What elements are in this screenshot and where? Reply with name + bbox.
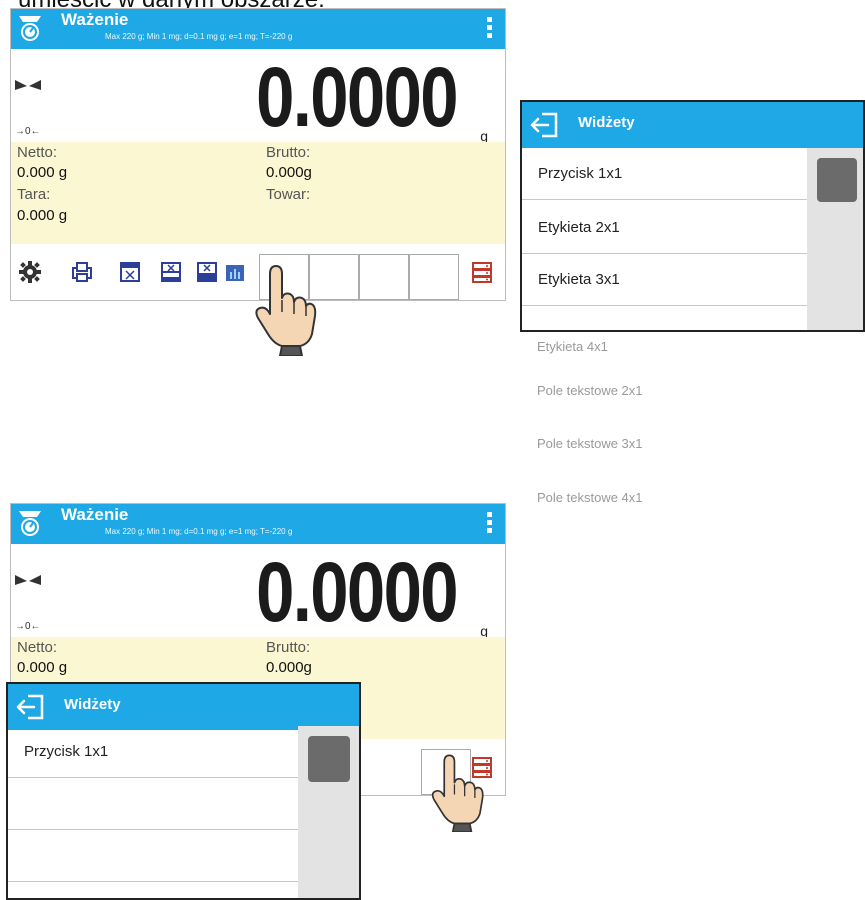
scrollbar[interactable] bbox=[298, 726, 359, 898]
hidden-widget-item: Pole tekstowe 3x1 bbox=[537, 436, 643, 451]
info-panel: Netto: 0.000 g Brutto: 0.000g Tara: 0.00… bbox=[11, 142, 505, 244]
scale-parameters: Max 220 g; Min 1 mg; d=0.1 mg g; e=1 mg;… bbox=[105, 527, 293, 536]
zero-indicator: →0← bbox=[15, 126, 41, 137]
stability-icon bbox=[15, 575, 41, 585]
scale-parameters: Max 220 g; Min 1 mg; d=0.1 mg g; e=1 mg;… bbox=[105, 32, 293, 41]
app-title: Ważenie bbox=[61, 10, 129, 29]
scale-icon[interactable] bbox=[17, 509, 43, 537]
empty-widget-slot[interactable] bbox=[409, 254, 459, 300]
weight-reading: 0.0000 bbox=[256, 545, 458, 639]
widget-list-item[interactable] bbox=[522, 306, 811, 330]
scrollbar[interactable] bbox=[807, 148, 863, 330]
widget-list-item[interactable]: Etykieta 2x1 bbox=[522, 202, 811, 254]
kebab-menu-icon[interactable] bbox=[487, 512, 493, 536]
netto-value: 0.000 g bbox=[17, 659, 68, 676]
widgets-panel-title: Widżety bbox=[64, 696, 121, 713]
widgets-panel-overlay: Widżety Przycisk 1x1 bbox=[6, 682, 361, 900]
widget-list-item[interactable] bbox=[8, 882, 300, 898]
scrollbar-thumb[interactable] bbox=[308, 736, 350, 782]
hand-pointer-icon bbox=[255, 265, 317, 356]
hidden-widget-item: Pole tekstowe 2x1 bbox=[537, 383, 643, 398]
weighing-screen-top: Ważenie Max 220 g; Min 1 mg; d=0.1 mg g;… bbox=[10, 8, 506, 301]
scale-icon[interactable] bbox=[17, 14, 43, 42]
widgets-panel-header: Widżety bbox=[8, 684, 359, 730]
stability-icon bbox=[15, 80, 41, 90]
tare-function-icon[interactable] bbox=[119, 261, 141, 283]
widget-list-item[interactable]: Etykieta 3x1 bbox=[522, 254, 811, 306]
gear-icon[interactable] bbox=[19, 261, 41, 283]
brutto-label: Brutto: bbox=[266, 144, 311, 161]
widget-list-item[interactable] bbox=[8, 830, 300, 882]
tara-label: Tara: bbox=[17, 186, 51, 203]
towar-label: Towar: bbox=[266, 186, 311, 203]
widget-item-label: Etykieta 2x1 bbox=[538, 219, 620, 236]
netto-label: Netto: bbox=[17, 144, 58, 161]
tare-clear-icon[interactable] bbox=[196, 261, 218, 283]
exit-arrow-icon[interactable] bbox=[530, 112, 560, 138]
hidden-widget-item: Etykieta 4x1 bbox=[537, 339, 608, 354]
netto-label: Netto: bbox=[17, 639, 58, 656]
widget-list-item[interactable]: Przycisk 1x1 bbox=[8, 726, 300, 778]
weight-reading: 0.0000 bbox=[256, 50, 458, 144]
app-title: Ważenie bbox=[61, 505, 129, 524]
widget-item-label: Etykieta 3x1 bbox=[538, 271, 620, 288]
statistics-icon[interactable] bbox=[224, 261, 246, 283]
widget-list-item[interactable]: Przycisk 1x1 bbox=[522, 148, 811, 200]
widgets-panel-title: Widżety bbox=[578, 114, 635, 131]
brutto-value: 0.000g bbox=[266, 164, 312, 181]
empty-widget-slot[interactable] bbox=[359, 254, 409, 300]
netto-value: 0.000 g bbox=[17, 164, 68, 181]
tara-value: 0.000 g bbox=[17, 207, 68, 224]
brutto-value: 0.000g bbox=[266, 659, 312, 676]
scrollbar-thumb[interactable] bbox=[817, 158, 857, 202]
app-header: Ważenie Max 220 g; Min 1 mg; d=0.1 mg g;… bbox=[11, 9, 505, 49]
zero-indicator: →0← bbox=[15, 621, 41, 632]
database-icon[interactable] bbox=[471, 261, 493, 283]
widgets-panel-header: Widżety bbox=[522, 102, 863, 148]
widget-item-label: Przycisk 1x1 bbox=[538, 165, 623, 182]
exit-arrow-icon[interactable] bbox=[16, 694, 46, 720]
widgets-panel: Widżety Przycisk 1x1 Etykieta 2x1 Etykie… bbox=[520, 100, 865, 332]
app-header: Ważenie Max 220 g; Min 1 mg; d=0.1 mg g;… bbox=[11, 504, 505, 544]
tare-set-icon[interactable] bbox=[160, 261, 182, 283]
kebab-menu-icon[interactable] bbox=[487, 17, 493, 41]
brutto-label: Brutto: bbox=[266, 639, 311, 656]
widget-item-label: Przycisk 1x1 bbox=[24, 743, 109, 760]
hand-pointer-icon bbox=[431, 754, 484, 832]
print-icon[interactable] bbox=[71, 261, 93, 283]
hidden-widget-item: Pole tekstowe 4x1 bbox=[537, 490, 643, 505]
widget-list-item[interactable] bbox=[8, 778, 300, 830]
